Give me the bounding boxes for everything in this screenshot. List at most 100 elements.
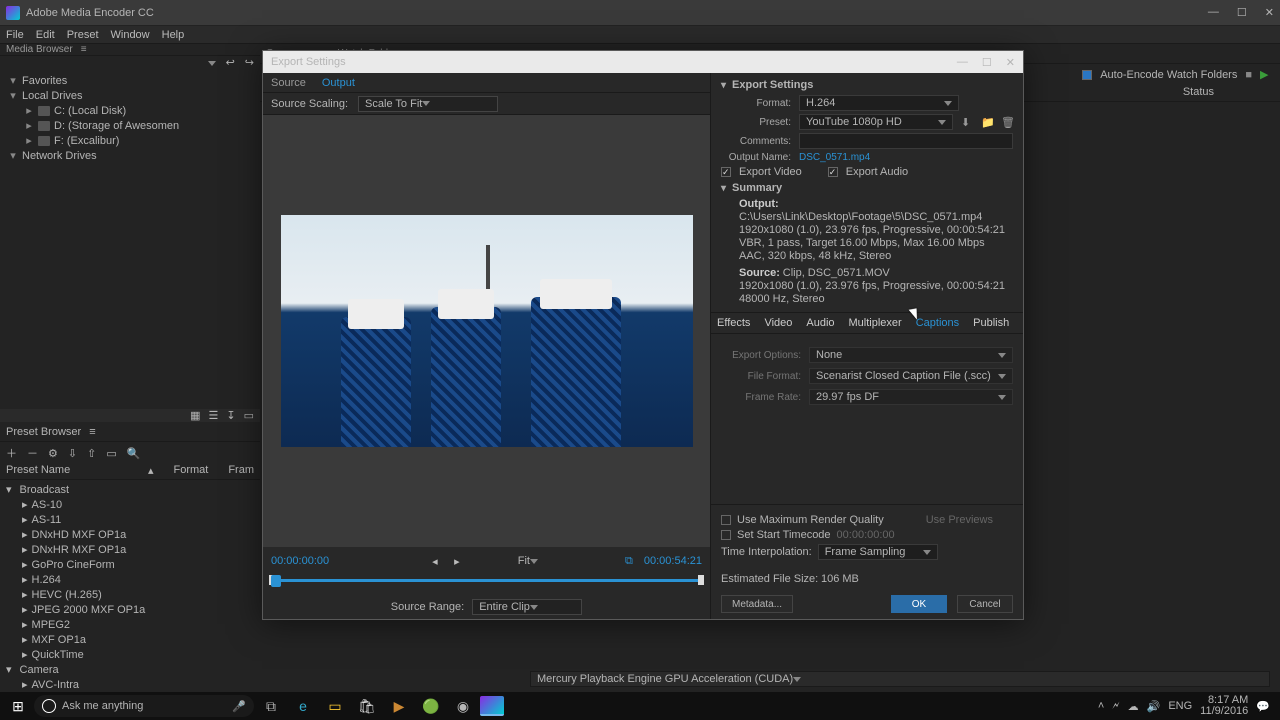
step-forward-icon[interactable]: ▸ (450, 555, 464, 568)
tab-audio[interactable]: Audio (806, 317, 834, 329)
scrubber[interactable] (263, 575, 710, 595)
preset-item[interactable]: AS-11 (32, 514, 62, 526)
preset-settings-icon[interactable]: ⚙ (48, 447, 58, 460)
dialog-maximize-icon[interactable]: ☐ (982, 56, 992, 69)
preset-item[interactable]: DNxHR MXF OP1a (32, 544, 127, 556)
drive-d[interactable]: D: (Storage of Awesomen (54, 120, 179, 132)
stop-queue-icon[interactable]: ■ (1245, 69, 1252, 81)
export-preset-icon[interactable]: ⇧ (87, 447, 96, 460)
task-view-icon[interactable]: ⧉ (256, 692, 286, 720)
new-folder-icon[interactable]: ▭ (106, 447, 116, 460)
preset-group-camera[interactable]: Camera (20, 664, 59, 676)
tab-effects[interactable]: Effects (717, 317, 750, 329)
preset-item[interactable]: MXF OP1a (32, 634, 86, 646)
col-preset-frame[interactable]: Fram (228, 464, 254, 479)
ok-button[interactable]: OK (891, 595, 947, 613)
tray-notifications-icon[interactable]: 💬 (1256, 700, 1270, 713)
timecode-out[interactable]: 00:00:54:21 (644, 555, 702, 567)
minimize-button[interactable]: — (1208, 6, 1219, 19)
start-button[interactable]: ⊞ (4, 692, 32, 720)
nav-dropdown-icon[interactable] (208, 57, 216, 69)
taskbar-edge-icon[interactable]: e (288, 692, 318, 720)
time-interp-dropdown[interactable]: Frame Sampling (818, 544, 938, 560)
tab-publish[interactable]: Publish (973, 317, 1009, 329)
tab-menu-icon[interactable]: ≡ (81, 44, 87, 55)
preset-item[interactable]: AS-10 (32, 499, 63, 511)
tray-battery-icon[interactable]: 🗲 (1112, 700, 1119, 713)
renderer-dropdown[interactable]: Mercury Playback Engine GPU Acceleration… (530, 671, 1270, 687)
source-scaling-dropdown[interactable]: Scale To Fit (358, 96, 498, 112)
menu-edit[interactable]: Edit (36, 29, 55, 41)
nav-forward-icon[interactable]: ↪ (245, 56, 254, 69)
pb-menu-icon[interactable]: ≡ (89, 426, 95, 438)
dialog-close-icon[interactable]: ✕ (1006, 56, 1015, 69)
favorites-group[interactable]: Favorites (22, 75, 67, 87)
summary-header[interactable]: Summary (732, 182, 782, 194)
tray-date[interactable]: 11/9/2016 (1200, 706, 1248, 717)
dialog-minimize-icon[interactable]: — (957, 56, 968, 69)
list-view-icon[interactable]: ☰ (209, 409, 219, 422)
crop-icon[interactable]: ⧉ (622, 555, 636, 568)
preset-item[interactable]: AVC-Intra (32, 679, 79, 691)
col-sort-icon[interactable]: ▴ (148, 464, 154, 479)
taskbar-explorer-icon[interactable]: ▭ (320, 692, 350, 720)
preset-item[interactable]: QuickTime (32, 649, 84, 661)
source-range-dropdown[interactable]: Entire Clip (472, 599, 582, 615)
menu-file[interactable]: File (6, 29, 24, 41)
tray-lang[interactable]: ENG (1168, 700, 1192, 712)
drive-c[interactable]: C: (Local Disk) (54, 105, 126, 117)
maximize-button[interactable]: ☐ (1237, 6, 1247, 19)
export-options-dropdown[interactable]: None (809, 347, 1013, 363)
import-preset-icon[interactable]: ⇩ (68, 447, 77, 460)
preset-item[interactable]: H.264 (32, 574, 61, 586)
menu-preset[interactable]: Preset (67, 29, 99, 41)
tab-source[interactable]: Source (271, 77, 306, 89)
new-bin-icon[interactable]: ▭ (244, 409, 254, 422)
import-preset-icon[interactable]: 📁 (981, 116, 993, 128)
tray-onedrive-icon[interactable]: ☁ (1128, 700, 1139, 713)
menu-help[interactable]: Help (162, 29, 185, 41)
taskbar-ame-icon[interactable] (480, 696, 504, 716)
export-video-checkbox[interactable] (721, 167, 731, 177)
auto-encode-checkbox[interactable] (1082, 70, 1092, 80)
tab-video[interactable]: Video (764, 317, 792, 329)
preset-dropdown[interactable]: YouTube 1080p HD (799, 114, 953, 130)
ingest-icon[interactable]: ↧ (226, 409, 235, 422)
local-drives-group[interactable]: Local Drives (22, 90, 83, 102)
taskbar-chrome-icon[interactable]: 🟢 (416, 692, 446, 720)
tray-volume-icon[interactable]: 🔊 (1147, 700, 1161, 713)
remove-preset-icon[interactable]: － (27, 445, 38, 461)
zoom-fit-dropdown[interactable]: Fit (510, 554, 546, 568)
taskbar-store-icon[interactable]: 🛍 (352, 692, 382, 720)
start-queue-icon[interactable]: ▶ (1260, 68, 1274, 82)
preset-item[interactable]: JPEG 2000 MXF OP1a (32, 604, 146, 616)
export-audio-checkbox[interactable] (828, 167, 838, 177)
preset-item[interactable]: GoPro CineForm (32, 559, 115, 571)
taskbar-obs-icon[interactable]: ◉ (448, 692, 478, 720)
max-render-checkbox[interactable] (721, 515, 731, 525)
tab-output[interactable]: Output (322, 77, 355, 89)
tab-preset-browser[interactable]: Preset Browser (6, 426, 81, 438)
video-preview[interactable] (281, 215, 693, 447)
tab-media-browser[interactable]: Media Browser (6, 44, 73, 55)
tab-multiplexer[interactable]: Multiplexer (849, 317, 902, 329)
preset-item[interactable]: DNxHD MXF OP1a (32, 529, 127, 541)
export-settings-header[interactable]: Export Settings (732, 79, 813, 91)
col-preset-name[interactable]: Preset Name (6, 464, 128, 479)
step-back-icon[interactable]: ◂ (428, 555, 442, 568)
preset-item[interactable]: MPEG2 (32, 619, 71, 631)
menu-window[interactable]: Window (111, 29, 150, 41)
cancel-button[interactable]: Cancel (957, 595, 1013, 613)
format-dropdown[interactable]: H.264 (799, 95, 959, 111)
tray-expand-icon[interactable]: ˄ (1098, 700, 1104, 712)
drive-f[interactable]: F: (Excalibur) (54, 135, 119, 147)
preset-group-broadcast[interactable]: Broadcast (20, 484, 70, 496)
taskbar-movies-icon[interactable]: ▶ (384, 692, 414, 720)
start-tc-checkbox[interactable] (721, 530, 731, 540)
preset-item[interactable]: HEVC (H.265) (32, 589, 102, 601)
cortana-search[interactable]: Ask me anything🎤 (34, 695, 254, 717)
thumbnail-view-icon[interactable]: ▦ (190, 409, 200, 422)
nav-back-icon[interactable]: ↩ (226, 56, 235, 69)
col-preset-format[interactable]: Format (173, 464, 208, 479)
save-preset-icon[interactable]: ⬇ (961, 116, 973, 128)
